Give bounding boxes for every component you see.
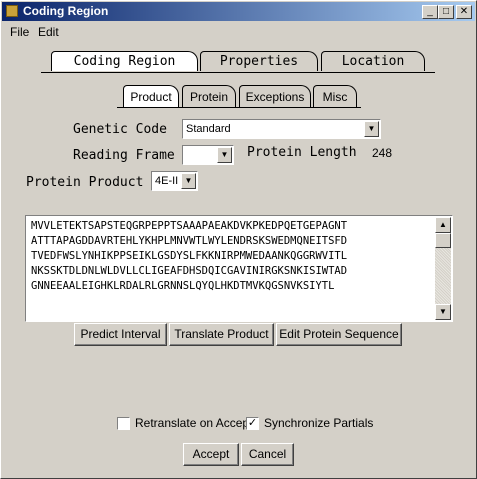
menu-bar: File Edit: [2, 22, 475, 41]
title-bar[interactable]: Coding Region _ □ ✕: [2, 2, 475, 21]
maximize-button[interactable]: □: [438, 5, 454, 19]
genetic-code-select[interactable]: Standard ▼: [182, 119, 381, 139]
tab-exceptions[interactable]: Exceptions: [239, 85, 311, 107]
retranslate-label: Retranslate on Accept: [135, 416, 253, 430]
minimize-button[interactable]: _: [422, 5, 438, 19]
reading-frame-label: Reading Frame: [73, 148, 175, 163]
chevron-down-icon[interactable]: ▼: [181, 173, 196, 189]
protein-product-select[interactable]: 4E-II ▼: [151, 171, 198, 191]
protein-length-value: 248: [372, 146, 393, 160]
protein-product-label: Protein Product: [26, 175, 144, 190]
vertical-scrollbar[interactable]: ▲ ▼: [435, 217, 451, 320]
protein-sequence-text: MVVLETEKTSAPSTEQGRPEPPTSAAAPAEAKDVKPKEDP…: [31, 220, 348, 292]
tab-location[interactable]: Location: [321, 51, 425, 71]
retranslate-checkbox[interactable]: [117, 417, 130, 430]
window-title: Coding Region: [23, 4, 109, 18]
edit-protein-sequence-button[interactable]: Edit Protein Sequence: [276, 323, 402, 346]
scroll-down-icon[interactable]: ▼: [435, 304, 451, 320]
protein-product-value: 4E-II: [155, 175, 179, 187]
predict-interval-button[interactable]: Predict Interval: [74, 323, 167, 346]
protein-sequence-textarea[interactable]: MVVLETEKTSAPSTEQGRPEPPTSAAAPAEAKDVKPKEDP…: [25, 215, 453, 322]
menu-edit[interactable]: Edit: [38, 25, 59, 39]
synchronize-partials-label: Synchronize Partials: [264, 416, 374, 430]
protein-length-label: Protein Length: [247, 145, 357, 160]
tab-misc[interactable]: Misc: [313, 85, 357, 107]
chevron-down-icon[interactable]: ▼: [364, 121, 379, 137]
tab-coding-region[interactable]: Coding Region: [51, 51, 198, 71]
main-tab-baseline: [41, 72, 435, 73]
app-icon: [6, 5, 18, 17]
checkmark-icon: ✓: [247, 417, 258, 429]
translate-product-button[interactable]: Translate Product: [169, 323, 274, 346]
reading-frame-select[interactable]: ▼: [182, 145, 234, 165]
genetic-code-label: Genetic Code: [73, 122, 167, 137]
scroll-up-icon[interactable]: ▲: [435, 217, 451, 233]
tab-product[interactable]: Product: [123, 85, 179, 107]
genetic-code-value: Standard: [186, 123, 231, 135]
scroll-thumb[interactable]: [435, 233, 451, 248]
chevron-down-icon[interactable]: ▼: [217, 147, 232, 163]
tab-protein[interactable]: Protein: [182, 85, 236, 107]
close-button[interactable]: ✕: [456, 5, 472, 19]
accept-button[interactable]: Accept: [183, 443, 239, 466]
menu-file[interactable]: File: [10, 25, 29, 39]
synchronize-partials-checkbox[interactable]: ✓: [246, 417, 259, 430]
tab-properties[interactable]: Properties: [200, 51, 318, 71]
cancel-button[interactable]: Cancel: [241, 443, 294, 466]
coding-region-window: Coding Region _ □ ✕ File Edit Coding Reg…: [0, 0, 477, 479]
